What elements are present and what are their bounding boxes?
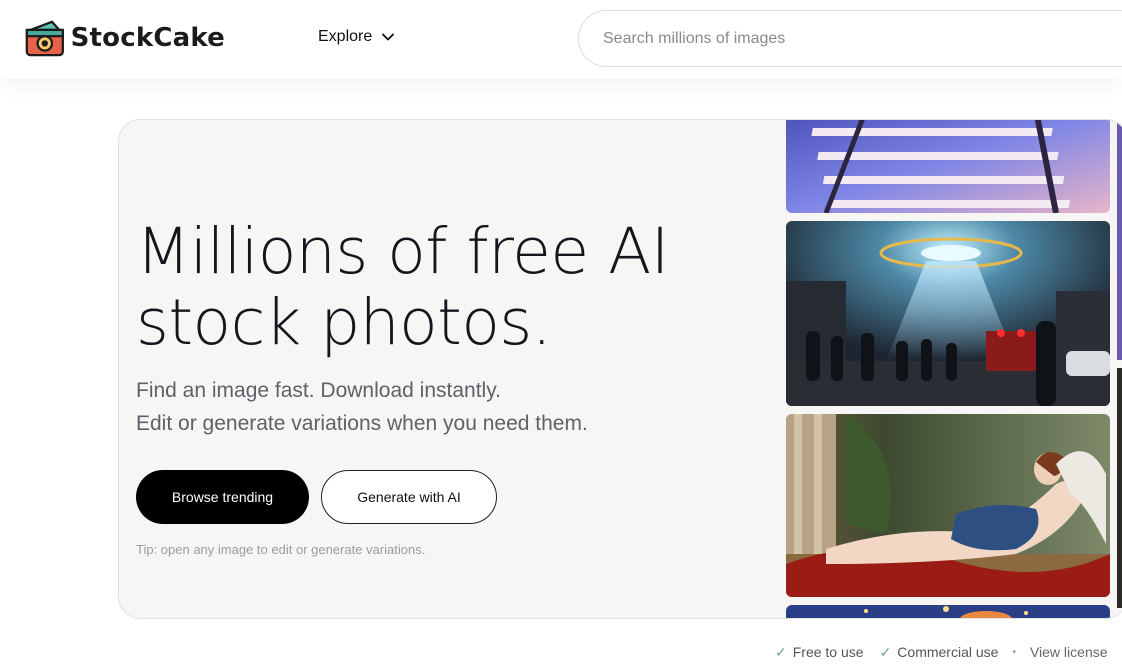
photo-classical-painting[interactable] <box>786 414 1110 597</box>
brand-logo[interactable]: StockCake <box>25 16 225 60</box>
brand-name: StockCake <box>70 23 225 53</box>
subtitle-line-2: Edit or generate variations when you nee… <box>136 412 588 435</box>
hero-card: Millions of free AI stock photos. Find a… <box>118 119 1122 619</box>
camera-logo-icon <box>25 20 64 57</box>
browse-trending-button[interactable]: Browse trending <box>136 470 309 524</box>
chevron-down-icon <box>382 33 395 41</box>
check-icon: ✓ <box>775 643 787 660</box>
badge-commercial-use: ✓ Commercial use <box>880 644 999 661</box>
license-badges: ✓ Free to use ✓ Commercial use • View li… <box>775 642 1108 662</box>
search-input[interactable] <box>603 29 1122 48</box>
photo-ufo-city-image <box>786 221 1110 406</box>
badge-free-to-use: ✓ Free to use <box>775 644 864 661</box>
explore-menu-button[interactable]: Explore <box>318 28 396 46</box>
headline-line-1: Millions of free AI <box>136 215 669 288</box>
photo-snowy-railway[interactable] <box>786 120 1110 213</box>
badge-commercial-label: Commercial use <box>897 644 999 660</box>
search-bar[interactable] <box>578 10 1122 67</box>
photo-classical-painting-image <box>786 414 1110 597</box>
site-header: StockCake Explore <box>0 0 1122 79</box>
photo-ufo-city[interactable] <box>786 221 1110 406</box>
hero-subtitle: Find an image fast. Download instantly. … <box>136 374 588 440</box>
photo-snowy-railway-image <box>786 120 1110 213</box>
separator-dot: • <box>1012 646 1016 658</box>
photo-column <box>786 120 1111 618</box>
hero-headline: Millions of free AI stock photos. <box>136 216 756 358</box>
badge-free-label: Free to use <box>792 644 864 660</box>
generate-with-ai-button[interactable]: Generate with AI <box>321 470 497 524</box>
photo-starry-night-image <box>786 605 1110 618</box>
check-icon: ✓ <box>879 643 892 660</box>
subtitle-line-1: Find an image fast. Download instantly. <box>136 379 501 402</box>
explore-label: Explore <box>318 28 373 45</box>
photo-starry-night[interactable] <box>786 605 1110 618</box>
headline-line-2: stock photos. <box>136 286 552 359</box>
view-license-link[interactable]: View license <box>1030 644 1108 660</box>
next-column-photo-strip <box>1117 120 1122 608</box>
hero-tip: Tip: open any image to edit or generate … <box>136 542 426 557</box>
